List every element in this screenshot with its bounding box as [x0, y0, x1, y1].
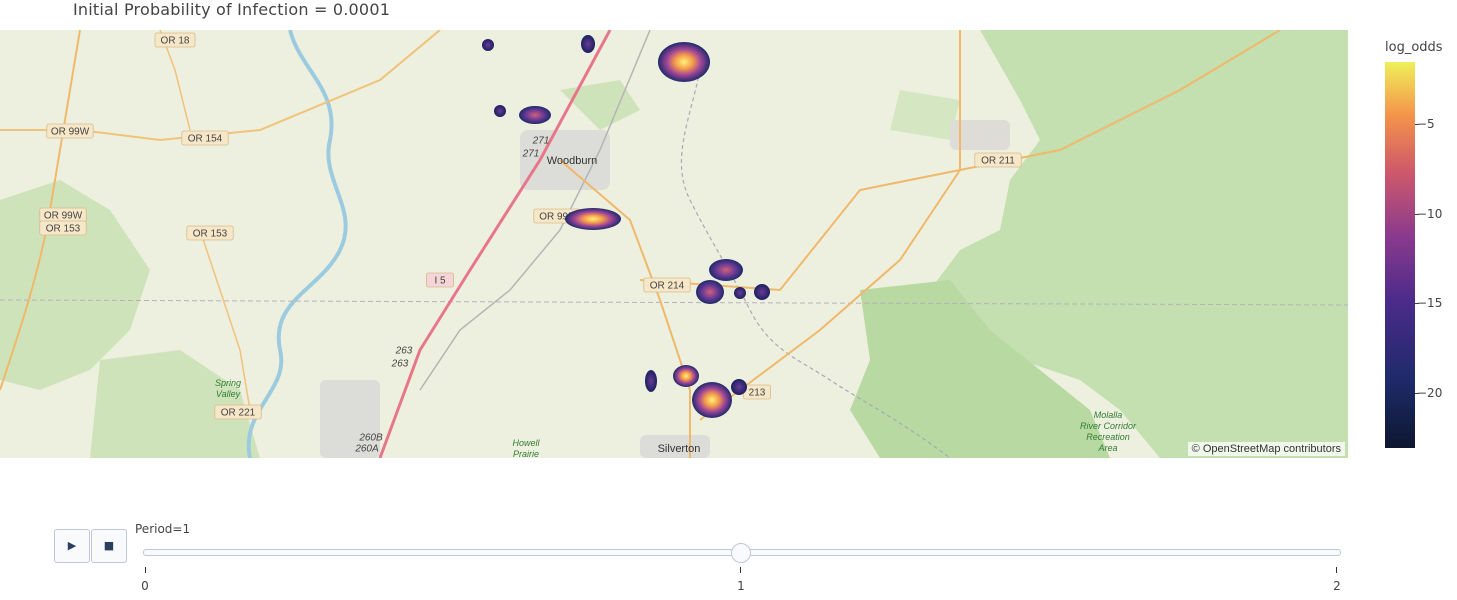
road-label: OR 153	[193, 229, 228, 240]
colorbar-tick: −10	[1414, 207, 1443, 221]
heat-blob	[673, 365, 699, 387]
heat-blob	[482, 39, 494, 51]
colorbar-tick: −5	[1415, 117, 1435, 131]
city-label: Woodburn	[547, 155, 598, 167]
heat-blob	[692, 382, 732, 418]
slider-tick	[740, 567, 741, 573]
slider-tick	[1336, 567, 1337, 573]
city-label: Spring	[215, 378, 241, 388]
heat-blob	[709, 259, 743, 281]
road-label: OR 214	[650, 281, 685, 292]
basemap: OR 18 OR 99W OR 154 OR 99W OR 153 OR 153 OR 22…	[0, 30, 1348, 458]
play-icon: ▶	[67, 539, 77, 552]
heat-blob	[731, 379, 747, 395]
road-label: OR 154	[188, 134, 223, 145]
road-label: OR 221	[221, 408, 256, 419]
heat-blob	[754, 284, 770, 300]
heat-blob	[581, 35, 595, 53]
city-label: Howell	[512, 438, 540, 448]
heat-blob	[696, 280, 724, 304]
stop-icon: ■	[103, 539, 115, 552]
colorbar-tick: −15	[1414, 296, 1443, 310]
slider-step-label[interactable]: 0	[141, 579, 149, 593]
road-label: OR 99W	[51, 127, 90, 138]
road-label: 271	[522, 149, 540, 160]
road-label: 213	[749, 388, 766, 399]
road-label: 263	[395, 346, 413, 357]
road-label: OR 153	[46, 224, 81, 235]
road-label: 271	[532, 136, 550, 147]
city-label: Prairie	[513, 449, 539, 458]
heat-blob	[645, 370, 657, 392]
map-attribution[interactable]: © OpenStreetMap contributors	[1187, 442, 1345, 456]
city-label: Silverton	[658, 443, 701, 455]
heat-blob	[565, 208, 621, 230]
road-label: 263	[391, 359, 409, 370]
park-label: Area	[1097, 443, 1117, 453]
slider-step-label[interactable]: 2	[1333, 579, 1341, 593]
city-label: Valley	[216, 389, 241, 399]
slider-current-value: Period=1	[135, 522, 191, 536]
slider-handle[interactable]	[731, 543, 751, 563]
stop-button[interactable]: ■	[91, 529, 127, 563]
colorbar-title: log_odds	[1385, 40, 1443, 55]
chart-title: Initial Probability of Infection = 0.000…	[73, 0, 391, 19]
park-label: Molalla	[1094, 410, 1123, 420]
heat-blob	[494, 105, 506, 117]
play-button[interactable]: ▶	[54, 529, 90, 563]
road-label: OR 211	[981, 156, 1015, 167]
road-label: OR 18	[161, 36, 190, 47]
road-label: 260A	[354, 444, 379, 455]
park-label: Recreation	[1086, 432, 1130, 442]
slider-step-label[interactable]: 1	[737, 579, 745, 593]
park-label: River Corridor	[1080, 421, 1137, 431]
heat-blob	[519, 106, 551, 124]
slider-tick	[145, 567, 146, 573]
colorbar	[1385, 62, 1415, 448]
road-label: OR 99W	[44, 211, 83, 222]
heat-blob	[658, 42, 710, 82]
map-view[interactable]: OR 18 OR 99W OR 154 OR 99W OR 153 OR 153 OR 22…	[0, 30, 1348, 458]
road-label: I 5	[434, 276, 446, 287]
heat-blob	[734, 287, 746, 299]
colorbar-tick: −20	[1414, 386, 1443, 400]
road-label: 260B	[358, 433, 383, 444]
